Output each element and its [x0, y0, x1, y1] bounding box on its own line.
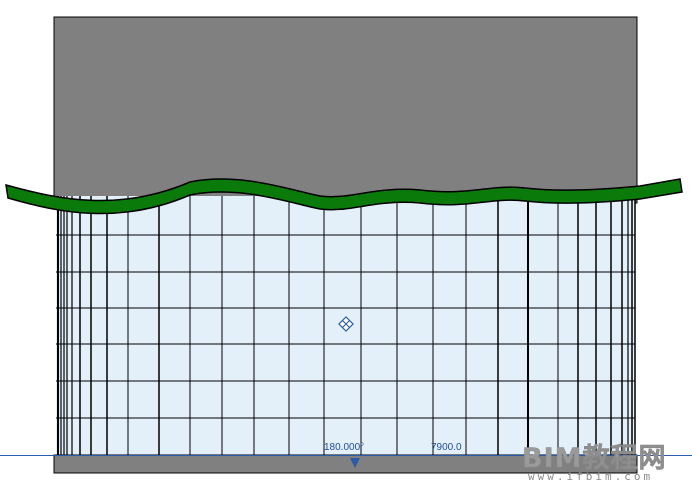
upper-wall[interactable]	[53, 16, 638, 204]
length-label[interactable]: 7900.0	[431, 442, 462, 453]
elevation-canvas	[0, 16, 692, 474]
angle-label[interactable]: 180.000°	[324, 442, 364, 453]
watermark: BIM教程网 www.ifbim.com	[522, 436, 690, 486]
revit-drawing-area[interactable]: 180.000° 7900.0 BIM教程网 www.ifbim.com	[0, 0, 692, 488]
watermark-url: www.ifbim.com	[528, 470, 654, 483]
